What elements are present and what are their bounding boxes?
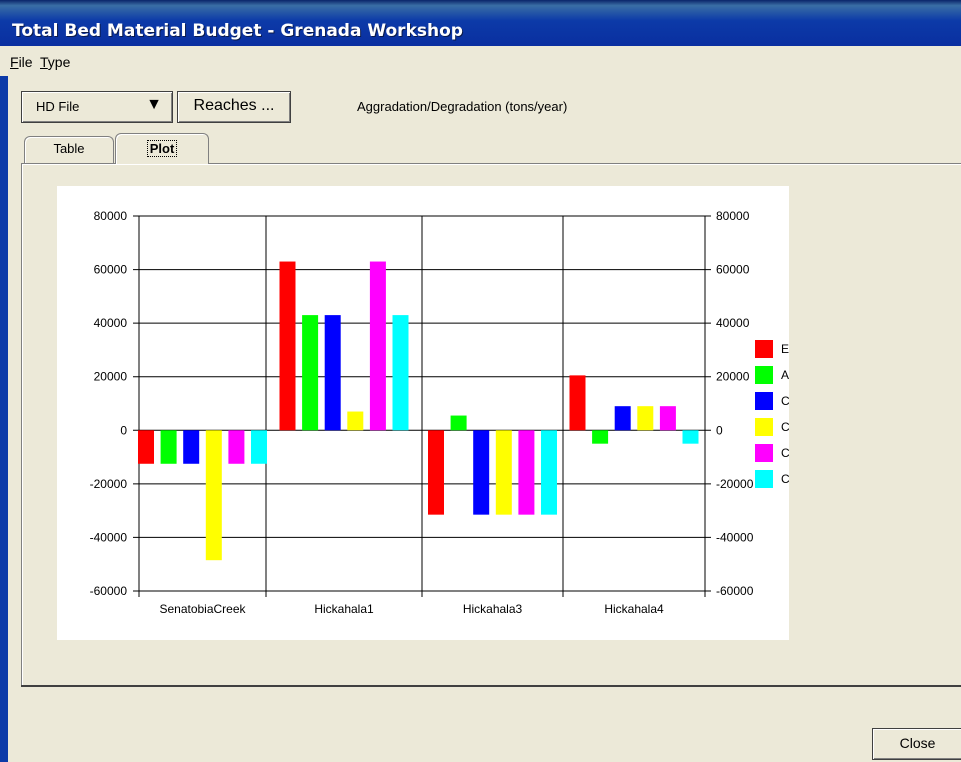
x-tick-label: Hickahala3 (463, 602, 523, 616)
bar (369, 261, 386, 431)
bar (637, 406, 654, 431)
y-tick-label-left: -40000 (90, 530, 128, 544)
bar (592, 430, 609, 444)
legend-swatch (755, 444, 773, 462)
y-tick-label-right: 80000 (716, 209, 750, 223)
legend-swatch (755, 418, 773, 436)
bar (659, 406, 676, 431)
menu-file[interactable]: File (10, 54, 33, 70)
legend-label: All+GCS+Div (781, 368, 789, 382)
plot-area: 80000 80000 60000 60000 40000 40000 20000 20000… (57, 186, 852, 640)
bar (392, 315, 409, 431)
y-tick-label-left: 60000 (94, 263, 128, 277)
legend-swatch (755, 470, 773, 488)
y-tick-label-right: 0 (716, 423, 723, 437)
bar (138, 430, 154, 464)
app-window: Total Bed Material Budget - Grenada Work… (0, 0, 961, 762)
x-tick-label: Hickahala4 (604, 602, 664, 616)
panel-divider (21, 685, 961, 687)
legend-label: Existing (781, 342, 789, 356)
bar (428, 430, 444, 515)
y-tick-label-left: -60000 (90, 584, 128, 598)
legend-label: Coarse+Fine (781, 394, 789, 408)
x-tick-label: Hickahala1 (314, 602, 374, 616)
y-tick-label-right: 20000 (716, 370, 750, 384)
bar (279, 261, 296, 431)
bar (495, 430, 512, 515)
legend-label: Coarse (781, 446, 789, 460)
menu-type[interactable]: Type (40, 54, 70, 70)
bar (450, 415, 467, 431)
y-tick-label-left: 20000 (94, 370, 128, 384)
legend-swatch (755, 366, 773, 384)
tab-table-label: Table (53, 141, 85, 156)
tab-table[interactable]: Table (24, 136, 114, 163)
dropdown-arrow-icon[interactable]: ▼ (146, 96, 162, 114)
bar (541, 430, 557, 515)
window-title: Total Bed Material Budget - Grenada Work… (12, 21, 463, 41)
y-tick-label-left: 40000 (94, 316, 128, 330)
legend-swatch (755, 340, 773, 358)
bar (518, 430, 535, 515)
tab-plot-label: Plot (146, 140, 178, 157)
y-tick-label-right: 60000 (716, 263, 750, 277)
y-tick-label-left: -20000 (90, 477, 128, 491)
bar-chart: 80000 80000 60000 60000 40000 40000 20000 20000… (90, 209, 852, 616)
menu-bar: File Type (0, 46, 961, 76)
bar (614, 406, 631, 431)
window-border (0, 46, 8, 762)
y-tick-label-right: 40000 (716, 316, 750, 330)
legend-label: CB+FB+LT (781, 420, 789, 434)
y-tick-label-left: 0 (120, 423, 127, 437)
reaches-button[interactable]: Reaches ... (177, 91, 291, 123)
bar (347, 411, 364, 431)
hd-file-select-value: HD File (36, 99, 80, 114)
hd-file-select[interactable]: HD File ▼ (21, 91, 173, 123)
bar (569, 375, 586, 431)
y-tick-label-right: -60000 (716, 584, 754, 598)
bar (324, 315, 341, 431)
title-bar[interactable]: Total Bed Material Budget - Grenada Work… (0, 0, 961, 46)
y-tick-label-left: 80000 (94, 209, 128, 223)
plot-quantity-label: Aggradation/Degradation (tons/year) (357, 99, 568, 114)
tab-plot[interactable]: Plot (115, 133, 209, 164)
bar (183, 430, 200, 464)
legend-label: C+F+LT+GC (781, 472, 789, 486)
bar (302, 315, 319, 431)
y-tick-label-right: -40000 (716, 530, 754, 544)
y-tick-label-right: -20000 (716, 477, 754, 491)
bar (160, 430, 177, 464)
bar (473, 430, 490, 515)
close-button[interactable]: Close (872, 728, 961, 760)
bar (251, 430, 267, 464)
bar (205, 430, 222, 561)
bar (228, 430, 245, 464)
x-tick-label: SenatobiaCreek (159, 602, 246, 616)
bar (682, 430, 699, 444)
legend-swatch (755, 392, 773, 410)
